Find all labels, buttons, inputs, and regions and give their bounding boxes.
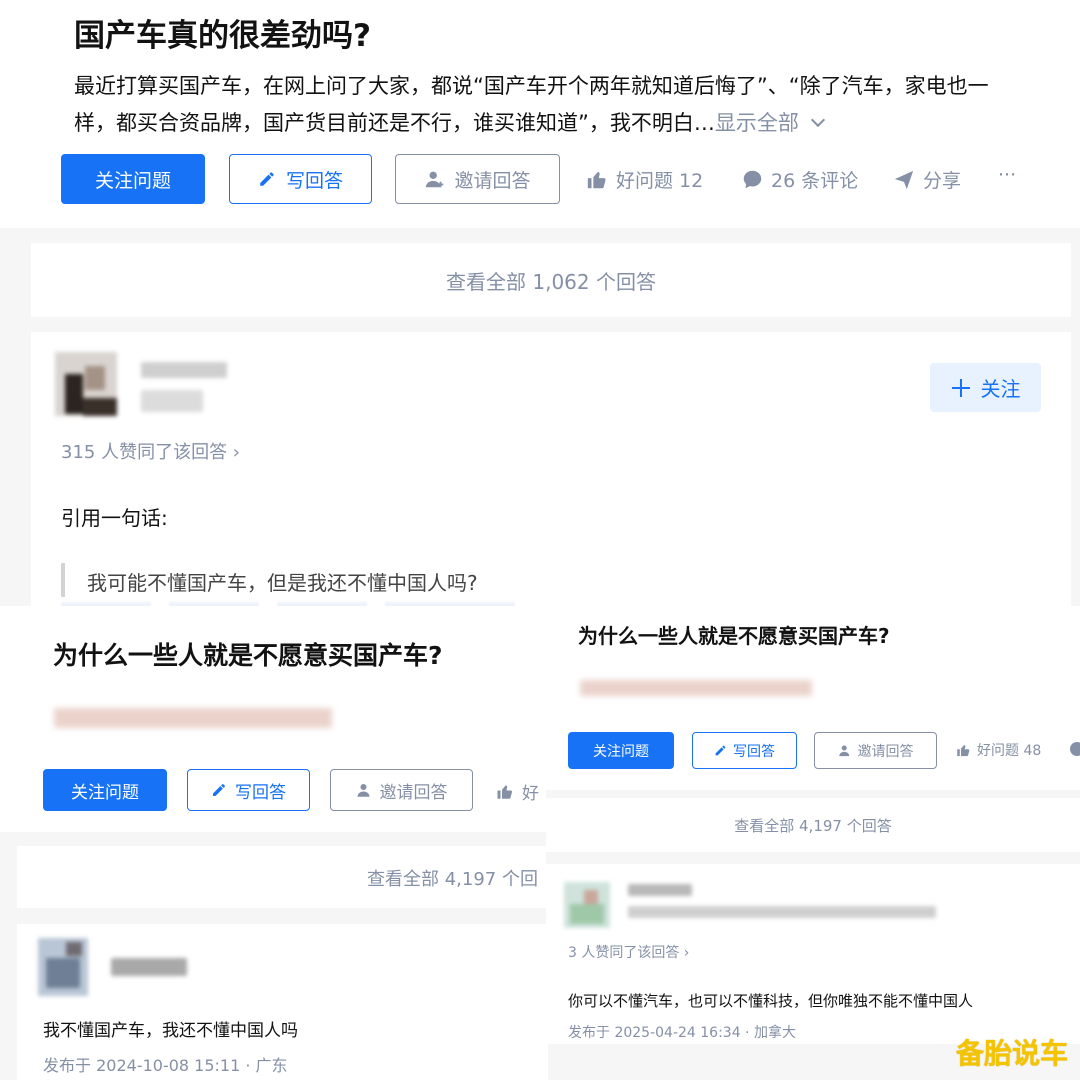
write-answer-label: 写回答	[235, 782, 286, 803]
pencil-icon	[715, 745, 726, 756]
question-page-top: 国产车真的很差劲吗? 最近打算买国产车，在网上问了大家，都说“国产车开个两年就知…	[0, 0, 1080, 610]
invite-answer-button[interactable]: 邀请回答	[814, 732, 937, 769]
view-all-answers-button[interactable]: 查看全部 1,062 个回答	[31, 243, 1071, 317]
vote-count[interactable]: 315 人赞同了该回答 ›	[61, 438, 240, 464]
watermark-logo: 备胎说车	[955, 1037, 1068, 1070]
pencil-icon	[260, 172, 274, 186]
vote-count[interactable]: 3 人赞同了该回答 ›	[568, 942, 689, 962]
follow-question-label: 关注问题	[71, 782, 139, 803]
question-page-right: 为什么一些人就是不愿意买国产车? 关注问题 写回答 邀请回答 好问题 48 查看…	[546, 606, 1080, 1044]
invite-answer-label: 邀请回答	[379, 782, 448, 803]
comment-bubble-icon[interactable]	[1070, 742, 1080, 756]
follow-author-button[interactable]: 关注	[930, 363, 1041, 412]
add-user-icon	[357, 784, 369, 797]
paper-plane-icon	[894, 170, 914, 189]
plus-icon	[951, 378, 970, 397]
description-blurred	[54, 708, 332, 728]
thumbs-up-icon	[497, 784, 513, 799]
add-user-icon	[838, 745, 849, 757]
good-question-label: 好问题 48	[977, 743, 1042, 759]
question-page-left: 为什么一些人就是不愿意买国产车? 关注问题 写回答 邀请回答 好 查看全部 4,…	[0, 606, 548, 1080]
comments-label: 26 条评论	[771, 170, 859, 192]
follow-question-button[interactable]: 关注问题	[61, 154, 205, 204]
publish-time: 发布于 2024-10-08 15:11 · 广东	[43, 1056, 288, 1075]
author-name-blurred[interactable]	[628, 884, 692, 896]
answer-intro: 引用一句话:	[61, 506, 168, 530]
invite-answer-label: 邀请回答	[857, 743, 914, 760]
good-question-button[interactable]: 好问题 12	[586, 166, 703, 193]
write-answer-label: 写回答	[285, 169, 343, 192]
comment-bubble-icon	[743, 170, 762, 189]
avatar[interactable]	[55, 352, 117, 416]
more-options-button[interactable]: ···	[998, 164, 1016, 186]
follow-question-label: 关注问题	[593, 743, 649, 760]
write-answer-button[interactable]: 写回答	[229, 154, 372, 204]
more-options-label: ···	[998, 164, 1017, 186]
comments-button[interactable]: 26 条评论	[742, 166, 858, 193]
author-bio-blurred	[141, 390, 203, 412]
follow-author-label: 关注	[980, 377, 1021, 401]
good-question-button[interactable]: 好问题 48	[956, 740, 1041, 760]
invite-answer-label: 邀请回答	[454, 169, 531, 192]
follow-question-button[interactable]: 关注问题	[43, 769, 167, 811]
view-all-answers-label: 查看全部 1,062 个回答	[446, 269, 656, 294]
question-header: 为什么一些人就是不愿意买国产车? 关注问题 写回答 邀请回答 好问题 48	[546, 606, 1080, 790]
question-description-line2: 样，都买合资品牌，国产货目前还是不行，谁买谁知道”，我不明白…	[74, 111, 715, 135]
avatar[interactable]	[564, 882, 610, 928]
view-all-answers-button[interactable]: 查看全部 4,197 个回	[17, 846, 548, 908]
answer-card: 3 人赞同了该回答 › 你可以不懂汽车，也可以不懂科技，但你唯独不能不懂中国人 …	[546, 864, 1080, 1044]
view-all-answers-label: 查看全部 4,197 个回	[367, 869, 538, 890]
publish-time: 发布于 2025-04-24 16:34 · 加拿大	[568, 1025, 796, 1041]
view-all-answers-label: 查看全部 4,197 个回答	[734, 816, 892, 835]
good-question-label: 好	[522, 784, 539, 804]
chevron-down-icon[interactable]	[810, 112, 825, 128]
pencil-icon	[213, 783, 225, 796]
invite-answer-button[interactable]: 邀请回答	[330, 769, 473, 811]
avatar[interactable]	[38, 938, 88, 996]
write-answer-button[interactable]: 写回答	[692, 732, 797, 769]
question-header: 为什么一些人就是不愿意买国产车? 关注问题 写回答 邀请回答 好	[0, 606, 548, 832]
description-blurred	[580, 680, 812, 696]
answer-text: 你可以不懂汽车，也可以不懂科技，但你唯独不能不懂中国人	[568, 992, 974, 1010]
share-label: 分享	[923, 170, 962, 192]
show-all-link[interactable]: 显示全部	[715, 111, 799, 135]
good-question-button[interactable]: 好	[496, 779, 539, 804]
author-name-blurred[interactable]	[111, 958, 187, 976]
question-title: 国产车真的很差劲吗?	[74, 18, 371, 54]
view-all-answers-button[interactable]: 查看全部 4,197 个回答	[546, 798, 1080, 852]
answer-card: 关注 315 人赞同了该回答 › 引用一句话: 我可能不懂国产车，但是我还不懂中…	[31, 332, 1071, 610]
question-description: 最近打算买国产车，在网上问了大家，都说“国产车开个两年就知道后悔了”、“除了汽车…	[74, 68, 1064, 142]
write-answer-button[interactable]: 写回答	[187, 769, 310, 811]
share-button[interactable]: 分享	[893, 166, 961, 193]
answer-text: 我不懂国产车，我还不懂中国人吗	[43, 1021, 298, 1041]
question-title: 为什么一些人就是不愿意买国产车?	[578, 624, 890, 648]
invite-answer-button[interactable]: 邀请回答	[395, 154, 560, 204]
question-description-line1: 最近打算买国产车，在网上问了大家，都说“国产车开个两年就知道后悔了”、“除了汽车…	[74, 74, 989, 98]
add-user-icon	[426, 171, 444, 188]
answer-quote: 我可能不懂国产车，但是我还不懂中国人吗?	[87, 571, 478, 595]
thumbs-up-icon	[587, 171, 606, 188]
author-bio-blurred	[628, 906, 936, 918]
write-answer-label: 写回答	[733, 743, 775, 760]
answer-card: 我不懂国产车，我还不懂中国人吗 发布于 2024-10-08 15:11 · 广…	[17, 924, 548, 1080]
quote-bar	[61, 563, 65, 597]
thumbs-up-icon	[957, 744, 970, 756]
follow-question-button[interactable]: 关注问题	[568, 732, 674, 769]
question-title: 为什么一些人就是不愿意买国产车?	[53, 641, 443, 670]
author-name-blurred[interactable]	[141, 362, 227, 378]
question-header: 国产车真的很差劲吗? 最近打算买国产车，在网上问了大家，都说“国产车开个两年就知…	[0, 0, 1080, 228]
good-question-label: 好问题 12	[616, 170, 704, 192]
follow-question-label: 关注问题	[94, 169, 171, 192]
